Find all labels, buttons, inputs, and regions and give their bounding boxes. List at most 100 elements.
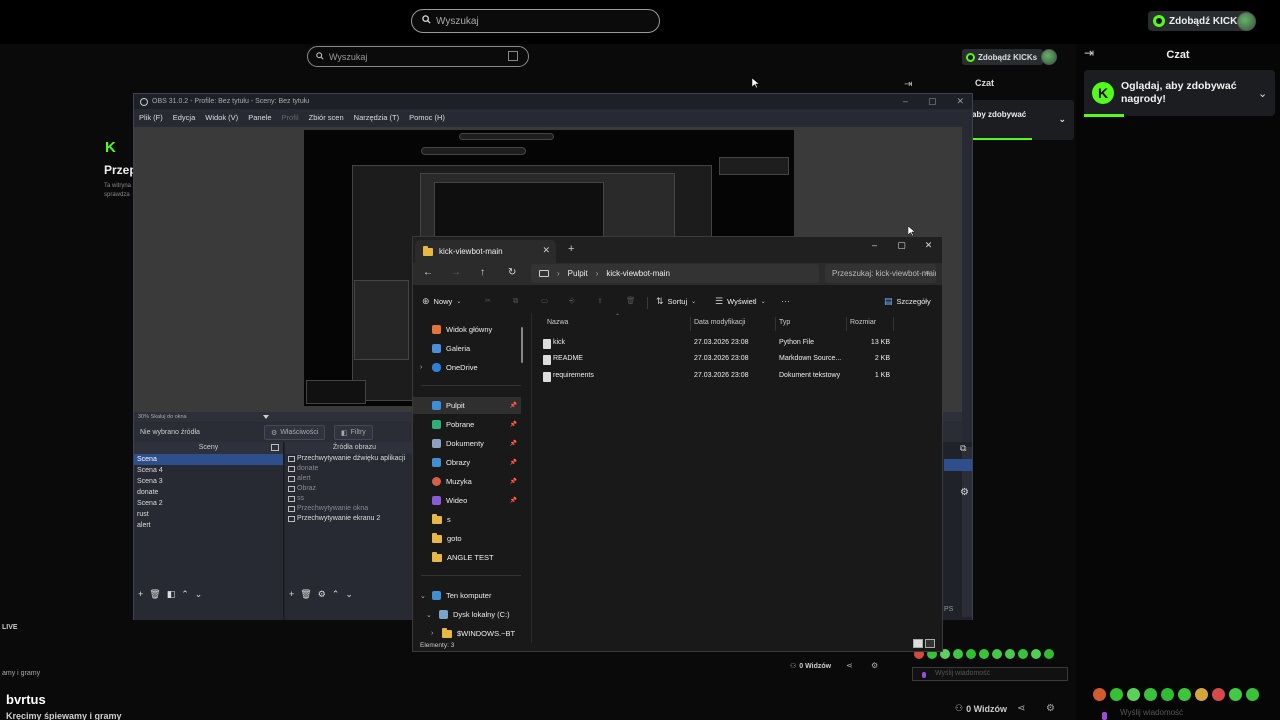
- filter-icon[interactable]: ◧: [167, 589, 176, 600]
- breadcrumb-item[interactable]: Pulpit: [568, 269, 588, 278]
- pin-icon[interactable]: 📌: [510, 402, 517, 409]
- refresh-icon[interactable]: ↻: [508, 267, 516, 278]
- get-kicks-button[interactable]: Zdobądź KICKs: [1148, 11, 1251, 31]
- column-name[interactable]: Nazwa: [547, 319, 568, 326]
- emote-icon[interactable]: [1161, 688, 1174, 701]
- delete-icon[interactable]: 🗑: [626, 296, 636, 305]
- filters-button[interactable]: ◧ Filtry: [334, 425, 373, 440]
- cut-icon[interactable]: ✂: [485, 296, 491, 305]
- more-options-icon[interactable]: ···: [781, 296, 790, 306]
- inner-search-input[interactable]: Wyszukaj: [307, 46, 529, 67]
- source-item[interactable]: Przechwytywanie ekranu 2: [285, 514, 424, 524]
- file-row[interactable]: requirements 27.03.2026 23:08 Dokument t…: [532, 368, 943, 384]
- column-divider[interactable]: [846, 317, 847, 331]
- emote-icon[interactable]: [1212, 688, 1225, 701]
- menu-view[interactable]: Widok (V): [205, 113, 238, 122]
- paste-icon[interactable]: ▭: [541, 296, 548, 305]
- up-icon[interactable]: ↑: [480, 267, 485, 278]
- details-view-icon[interactable]: [913, 639, 923, 648]
- sidebar-item-pictures[interactable]: Obrazy 📌: [413, 454, 521, 471]
- move-down-icon[interactable]: ⌄: [345, 589, 353, 600]
- chevron-down-icon[interactable]: ⌄: [1258, 87, 1267, 100]
- sidebar-item-local-disk[interactable]: ⌄ Dysk lokalny (C:): [413, 606, 521, 623]
- sidebar-item-documents[interactable]: Dokumenty 📌: [413, 435, 521, 452]
- sidebar-item-downloads[interactable]: Pobrane 📌: [413, 416, 521, 433]
- minimize-icon[interactable]: –: [861, 237, 888, 253]
- chat-message-input[interactable]: Wyślij wiadomość: [1092, 708, 1272, 720]
- emote-icon[interactable]: [1229, 688, 1242, 701]
- inner-get-kicks-button[interactable]: Zdobądź KICKs: [962, 49, 1044, 65]
- column-modified[interactable]: Data modyfikacji: [694, 319, 745, 326]
- source-item[interactable]: donate: [285, 464, 424, 474]
- obs-titlebar[interactable]: OBS 31.0.2 - Profile: Bez tytułu - Sceny…: [134, 94, 972, 109]
- sidebar-item-gallery[interactable]: Galeria: [413, 340, 521, 357]
- view-button[interactable]: ☰ Wyświetl ⌄: [715, 296, 766, 307]
- properties-button[interactable]: ⚙ Właściwości: [264, 425, 326, 440]
- source-item[interactable]: ss: [285, 494, 424, 504]
- emote-icon[interactable]: [1093, 688, 1106, 701]
- menu-help[interactable]: Pomoc (H): [409, 113, 445, 122]
- pin-icon[interactable]: 📌: [510, 459, 517, 466]
- dropdown-arrow-icon[interactable]: [263, 415, 269, 419]
- pin-icon[interactable]: 📌: [510, 478, 517, 485]
- gear-icon[interactable]: ⚙: [318, 589, 326, 600]
- chevron-down-icon[interactable]: ⌄: [426, 611, 432, 619]
- move-down-icon[interactable]: ⌄: [195, 589, 203, 600]
- maximize-icon[interactable]: ▢: [928, 96, 937, 107]
- scene-item[interactable]: Scena: [134, 454, 283, 465]
- chevron-right-icon[interactable]: ›: [420, 364, 422, 371]
- add-icon[interactable]: +: [138, 589, 143, 600]
- sidebar-scrollbar[interactable]: [521, 327, 523, 363]
- sidebar-item-music[interactable]: Muzyka 📌: [413, 473, 521, 490]
- sidebar-item-folder[interactable]: goto: [413, 530, 521, 547]
- rename-icon[interactable]: ⎆: [569, 296, 575, 306]
- emote-icon[interactable]: [1246, 688, 1259, 701]
- share-icon[interactable]: ⋖: [1017, 703, 1025, 714]
- column-size[interactable]: Rozmiar: [850, 319, 876, 326]
- source-item[interactable]: alert: [285, 474, 424, 484]
- gear-icon[interactable]: ⚙: [960, 487, 969, 498]
- menu-edit[interactable]: Edycja: [173, 113, 196, 122]
- menu-docks[interactable]: Panele: [248, 113, 271, 122]
- column-divider[interactable]: [775, 317, 776, 331]
- sidebar-item-videos[interactable]: Wideo 📌: [413, 492, 521, 509]
- sidebar-item-this-pc[interactable]: ⌄ Ten komputer: [413, 587, 521, 604]
- menu-scene-collection[interactable]: Zbiór scen: [309, 113, 344, 122]
- source-item[interactable]: Obraz: [285, 484, 424, 494]
- menu-profile[interactable]: Profil: [282, 113, 299, 122]
- address-bar[interactable]: › Pulpit › kick-viewbot-main: [531, 264, 819, 283]
- emote-icon[interactable]: [1195, 688, 1208, 701]
- sidebar-item-folder[interactable]: ANGLE TEST: [413, 549, 521, 566]
- close-tab-icon[interactable]: ✕: [542, 245, 550, 256]
- scene-item[interactable]: donate: [134, 487, 283, 498]
- emote-bar[interactable]: [1093, 688, 1259, 701]
- explorer-search-input[interactable]: Przeszukaj: kick-viewbot-main ⌕: [825, 264, 936, 283]
- details-button[interactable]: ▤ Szczegóły: [884, 296, 931, 307]
- file-row[interactable]: kick 27.03.2026 23:08 Python File 13 KB: [532, 335, 943, 351]
- close-icon[interactable]: ✕: [915, 237, 942, 253]
- pin-icon[interactable]: 📌: [510, 421, 517, 428]
- minimize-icon[interactable]: –: [903, 96, 908, 107]
- emote-icon[interactable]: [1144, 688, 1157, 701]
- column-divider[interactable]: [690, 317, 691, 331]
- tiles-view-icon[interactable]: [925, 639, 935, 648]
- breadcrumb-item[interactable]: kick-viewbot-main: [606, 269, 670, 278]
- file-row[interactable]: README 27.03.2026 23:08 Markdown Source.…: [532, 351, 943, 367]
- column-type[interactable]: Typ: [779, 319, 790, 326]
- column-divider[interactable]: [893, 317, 894, 331]
- emote-icon[interactable]: [1127, 688, 1140, 701]
- share-icon[interactable]: ⇪: [597, 296, 603, 305]
- emote-icon[interactable]: [1110, 688, 1123, 701]
- close-icon[interactable]: ✕: [956, 96, 964, 107]
- move-up-icon[interactable]: ⌃: [332, 589, 340, 600]
- scene-item[interactable]: alert: [134, 520, 283, 531]
- emote-icon[interactable]: [1178, 688, 1191, 701]
- sidebar-item-home[interactable]: Widok główny: [413, 321, 521, 338]
- move-up-icon[interactable]: ⌃: [181, 589, 189, 600]
- pin-icon[interactable]: 📌: [510, 440, 517, 447]
- scene-item[interactable]: Scena 3: [134, 476, 283, 487]
- menu-tools[interactable]: Narzędzia (T): [354, 113, 399, 122]
- source-item[interactable]: Przechwytywanie okna: [285, 504, 424, 514]
- scene-item[interactable]: Scena 4: [134, 465, 283, 476]
- new-tab-icon[interactable]: +: [568, 243, 574, 255]
